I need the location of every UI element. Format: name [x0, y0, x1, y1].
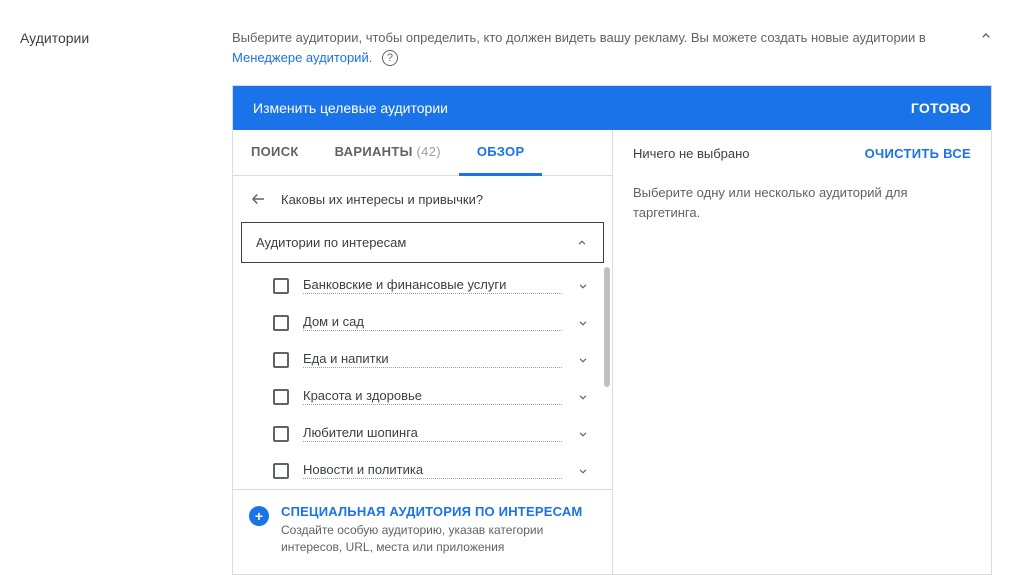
tab-variants-count: (42): [417, 144, 441, 159]
item-label: Еда и напитки: [303, 351, 562, 368]
plus-icon: +: [249, 506, 269, 526]
section-title: Аудитории: [20, 30, 200, 46]
checkbox[interactable]: [273, 352, 289, 368]
chevron-up-icon: [575, 236, 589, 250]
chevron-down-icon[interactable]: [576, 279, 590, 293]
intro-before: Выберите аудитории, чтобы определить, кт…: [232, 30, 926, 45]
panel-title: Изменить целевые аудитории: [253, 100, 448, 116]
panel-header: Изменить целевые аудитории ГОТОВО: [233, 86, 991, 130]
breadcrumb-question: Каковы их интересы и привычки?: [281, 192, 483, 207]
breadcrumb: Каковы их интересы и привычки?: [233, 176, 612, 222]
intro-after: .: [369, 50, 373, 65]
checkbox[interactable]: [273, 315, 289, 331]
done-button[interactable]: ГОТОВО: [911, 100, 971, 116]
checkbox[interactable]: [273, 278, 289, 294]
item-label: Банковские и финансовые услуги: [303, 277, 562, 294]
clear-all-button[interactable]: ОЧИСТИТЬ ВСЕ: [865, 146, 971, 161]
tabs: ПОИСК ВАРИАНТЫ (42) ОБЗОР: [233, 130, 612, 176]
category-header[interactable]: Аудитории по интересам: [241, 222, 604, 263]
chevron-down-icon[interactable]: [576, 316, 590, 330]
item-label: Любители шопинга: [303, 425, 562, 442]
item-label: Красота и здоровье: [303, 388, 562, 405]
help-icon[interactable]: ?: [382, 50, 398, 66]
item-label: Дом и сад: [303, 314, 562, 331]
back-arrow-icon[interactable]: [249, 190, 267, 208]
tab-variants-label: ВАРИАНТЫ: [335, 144, 413, 159]
custom-audience-row[interactable]: + СПЕЦИАЛЬНАЯ АУДИТОРИЯ ПО ИНТЕРЕСАМ Соз…: [233, 489, 612, 574]
item-label: Новости и политика: [303, 462, 562, 479]
scrollbar-thumb[interactable]: [604, 267, 610, 387]
scrollbar[interactable]: [604, 267, 610, 489]
chevron-down-icon[interactable]: [576, 353, 590, 367]
checkbox[interactable]: [273, 463, 289, 479]
tab-browse[interactable]: ОБЗОР: [459, 130, 543, 176]
chevron-down-icon[interactable]: [576, 464, 590, 478]
chevron-down-icon[interactable]: [576, 390, 590, 404]
list-item[interactable]: Еда и напитки: [233, 341, 612, 378]
nothing-selected-label: Ничего не выбрано: [633, 146, 750, 161]
list-item[interactable]: Красота и здоровье: [233, 378, 612, 415]
list-item[interactable]: Банковские и финансовые услуги: [233, 267, 612, 304]
checkbox[interactable]: [273, 426, 289, 442]
selection-hint: Выберите одну или несколько аудиторий дл…: [633, 183, 971, 222]
tab-variants[interactable]: ВАРИАНТЫ (42): [317, 130, 459, 175]
audience-manager-link[interactable]: Менеджере аудиторий: [232, 50, 369, 65]
list-item[interactable]: Любители шопинга: [233, 415, 612, 452]
audience-panel: Изменить целевые аудитории ГОТОВО ПОИСК …: [232, 85, 992, 575]
tab-search[interactable]: ПОИСК: [233, 130, 317, 175]
chevron-down-icon[interactable]: [576, 427, 590, 441]
checkbox[interactable]: [273, 389, 289, 405]
custom-audience-title: СПЕЦИАЛЬНАЯ АУДИТОРИЯ ПО ИНТЕРЕСАМ: [281, 504, 596, 519]
category-items-list: Банковские и финансовые услуги Дом и сад: [233, 267, 612, 489]
category-header-label: Аудитории по интересам: [256, 235, 406, 250]
list-item[interactable]: Новости и политика: [233, 452, 612, 489]
intro-text: Выберите аудитории, чтобы определить, кт…: [232, 28, 992, 67]
list-item[interactable]: Дом и сад: [233, 304, 612, 341]
